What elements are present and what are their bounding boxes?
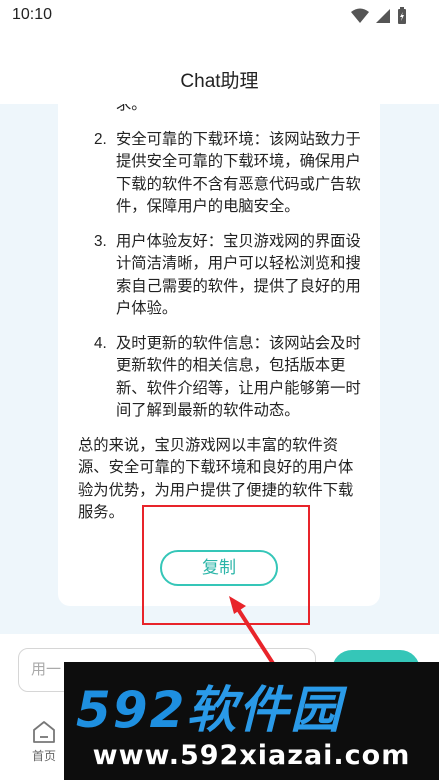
page-title: Chat助理 — [180, 71, 259, 92]
watermark: 592软件园 www.592xiazai.com — [64, 662, 439, 780]
answer-list: 求。 2. 安全可靠的下载环境：该网站致力于提供安全可靠的下载环境，确保用户下载… — [78, 104, 368, 423]
home-icon — [33, 721, 55, 743]
wifi-icon — [351, 8, 369, 23]
watermark-url: www.592xiazai.com — [92, 740, 411, 771]
status-time: 10:10 — [12, 6, 53, 23]
answer-text: 求。 2. 安全可靠的下载环境：该网站致力于提供安全可靠的下载环境，确保用户下载… — [78, 104, 368, 525]
list-item-number: 2. — [94, 130, 107, 148]
app-header: Chat助理 — [0, 32, 439, 104]
annotation-highlight-box — [142, 505, 310, 625]
watermark-logo: 592软件园 — [76, 681, 343, 739]
nav-item-home[interactable]: 首页 — [24, 720, 64, 764]
list-item: 3. 用户体验友好：宝贝游戏网的界面设计简洁清晰，用户可以轻松浏览和搜索自己需要… — [78, 231, 368, 321]
list-item: 2. 安全可靠的下载环境：该网站致力于提供安全可靠的下载环境，确保用户下载的软件… — [78, 129, 368, 219]
status-bar: 10:10 — [0, 0, 439, 32]
list-item-text: 求。 — [116, 104, 147, 113]
signal-icon — [376, 9, 390, 23]
nav-home-label: 首页 — [31, 749, 56, 763]
list-item-text: 用户体验友好：宝贝游戏网的界面设计简洁清晰，用户可以轻松浏览和搜索自己需要的软件… — [116, 232, 361, 318]
list-item-number: 3. — [94, 232, 107, 250]
list-item-number: 4. — [94, 334, 107, 352]
status-icons — [351, 7, 407, 25]
list-item-text: 及时更新的软件信息：该网站会及时更新软件的相关信息，包括版本更新、软件介绍等，让… — [116, 334, 361, 420]
list-item-text: 安全可靠的下载环境：该网站致力于提供安全可靠的下载环境，确保用户下载的软件不含有… — [116, 130, 361, 216]
battery-icon — [398, 7, 406, 24]
list-item: 4. 及时更新的软件信息：该网站会及时更新软件的相关信息，包括版本更新、软件介绍… — [78, 333, 368, 423]
list-item: 求。 — [78, 104, 368, 117]
